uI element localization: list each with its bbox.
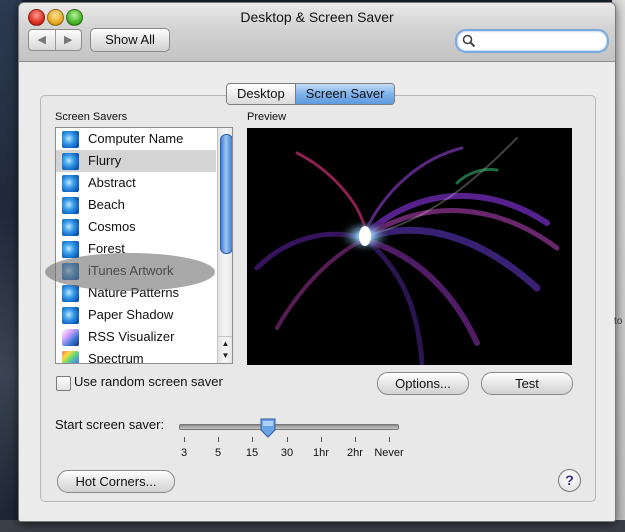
hot-corners-button[interactable]: Hot Corners... [57,470,175,493]
list-item-label: iTunes Artwork [88,263,174,278]
list-item-label: Spectrum [88,351,144,364]
back-forward-control: ◀ ▶ [28,29,82,51]
window-title: Desktop & Screen Saver [240,9,394,25]
list-item[interactable]: Paper Shadow [56,304,216,326]
list-item-label: RSS Visualizer [88,329,175,344]
scroll-down-icon[interactable]: ▼ [218,349,232,363]
start-screen-saver-label: Start screen saver: [55,417,165,432]
list-item[interactable]: iTunes Artwork [56,260,216,282]
rss-visualizer-icon [62,329,79,346]
list-item[interactable]: Abstract [56,172,216,194]
background-window-text: to [614,316,623,327]
options-button[interactable]: Options... [377,372,469,395]
start-delay-slider-track[interactable] [179,424,399,430]
back-arrow-icon[interactable]: ◀ [29,30,56,50]
slider-tick-label: 15 [245,447,259,459]
swirl-icon [62,197,79,214]
list-item-label: Cosmos [88,219,136,234]
slider-tick-label: Never [374,447,404,459]
swirl-icon [62,153,79,170]
swirl-icon [62,219,79,236]
swirl-icon [62,241,79,258]
forward-arrow-icon[interactable]: ▶ [56,30,82,50]
list-item-label: Beach [88,197,125,212]
slider-tick [218,437,219,442]
swirl-icon [62,175,79,192]
preferences-window: Desktop & Screen Saver ◀ ▶ Show All Desk… [18,2,616,522]
list-item[interactable]: Nature Patterns [56,282,216,304]
slider-tick [389,437,390,442]
list-item[interactable]: Beach [56,194,216,216]
search-field[interactable] [455,29,609,53]
list-item[interactable]: Computer Name [56,128,216,150]
preview-label: Preview [247,111,287,123]
list-item[interactable]: Flurry [56,150,216,172]
swirl-icon [62,263,79,280]
screen-saver-list[interactable]: Spectrum RSS Visualizer Paper Shadow Nature… [55,127,233,364]
slider-tick [287,437,288,442]
list-scrollbar[interactable]: ▲ ▼ [217,128,232,363]
swirl-icon [62,285,79,302]
list-item[interactable]: Forest [56,238,216,260]
test-button[interactable]: Test [481,372,573,395]
show-all-button[interactable]: Show All [90,28,170,52]
search-icon [462,34,476,48]
screen-savers-label: Screen Savers [55,111,128,123]
slider-tick [252,437,253,442]
search-input[interactable] [477,33,601,50]
start-delay-slider-thumb[interactable] [260,418,276,438]
list-item[interactable]: Spectrum [56,348,216,364]
scrollbar-thumb[interactable] [220,134,232,254]
list-item-label: Computer Name [88,131,184,146]
list-item-label: Forest [88,241,125,256]
random-screen-saver-checkbox[interactable] [56,376,71,391]
swirl-icon [62,131,79,148]
tab-bar: Desktop Screen Saver [226,83,396,105]
slider-tick [355,437,356,442]
tab-desktop[interactable]: Desktop [227,84,295,104]
tab-screen-saver[interactable]: Screen Saver [294,84,395,104]
list-item-label: Nature Patterns [88,285,180,300]
flurry-preview-image [254,137,560,365]
preview-area [247,128,572,365]
slider-tick [321,437,322,442]
spectrum-icon [62,351,79,363]
list-item-label: Abstract [88,175,136,190]
list-item-label: Paper Shadow [88,307,174,322]
list-item[interactable]: RSS Visualizer [56,326,216,348]
help-button[interactable]: ? [558,469,581,492]
list-item-label: Flurry [88,153,122,168]
random-screen-saver-label: Use random screen saver [74,374,223,389]
swirl-icon [62,307,79,324]
list-item[interactable]: Cosmos [56,216,216,238]
title-bar: Desktop & Screen Saver ◀ ▶ Show All [19,3,615,62]
slider-tick [184,437,185,442]
